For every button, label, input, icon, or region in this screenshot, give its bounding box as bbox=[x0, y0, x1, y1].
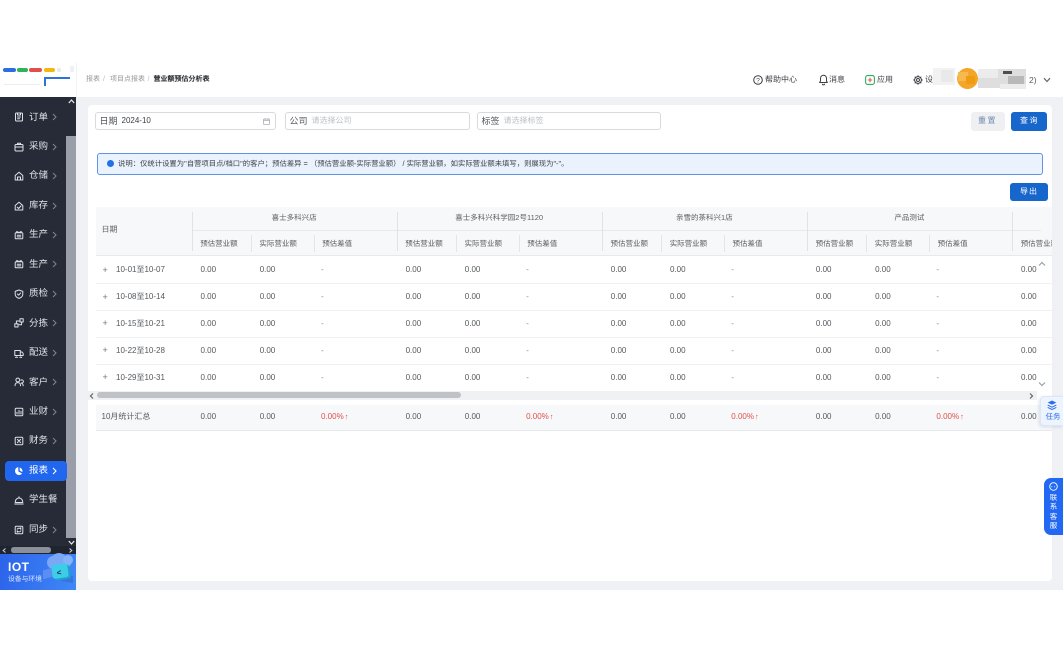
svg-text:?: ? bbox=[756, 77, 760, 84]
